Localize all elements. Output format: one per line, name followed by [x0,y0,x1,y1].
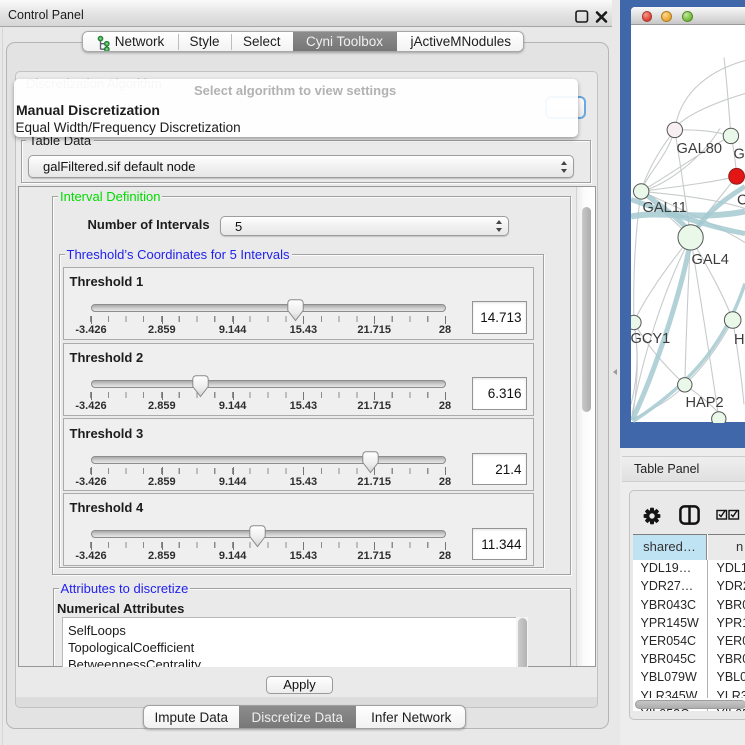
svg-text:C: C [737,192,745,208]
svg-text:GCY1: GCY1 [631,331,670,347]
svg-text:HAP2: HAP2 [686,395,724,411]
svg-text:GAL4: GAL4 [692,252,729,268]
svg-text:H: H [734,332,745,348]
svg-text:GA: GA [734,146,745,162]
svg-text:GAL80: GAL80 [677,141,722,157]
svg-text:GAL11: GAL11 [643,200,687,216]
